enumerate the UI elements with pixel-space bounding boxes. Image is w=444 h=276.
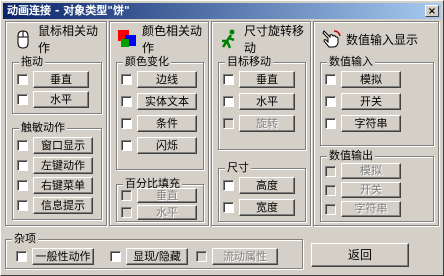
output-switch-button: 开关 [341,182,401,198]
height-checkbox[interactable] [223,180,234,191]
color-change-group-label: 颜色变化 [123,55,171,69]
border-button[interactable]: 边线 [137,71,197,88]
color-panel-title: 颜色相关动作 [142,24,203,55]
percent-fill-group: 百分比填充 垂直 水平 [116,177,204,222]
fill-vertical-button: 垂直 [137,187,197,203]
window-show-button[interactable]: 窗口显示 [33,137,93,154]
size-panel: 尺寸旋转移动 目标移动 垂直 水平 旋转 尺寸 高度 宽度 [211,21,311,226]
size-group-label: 尺寸 [225,161,251,175]
value-panel-title: 数值输入显示 [346,32,419,47]
right-menu-checkbox[interactable] [17,180,28,191]
window-title: 动画连接 - 对象类型"饼" [7,4,130,17]
drag-vertical-button[interactable]: 垂直 [33,71,89,88]
show-hide-checkbox[interactable] [110,251,121,262]
left-click-button[interactable]: 左键动作 [33,157,93,174]
running-man-icon [218,28,240,50]
color-squares-icon [116,28,138,50]
drag-group-label: 拖动 [19,55,45,69]
title-bar[interactable]: 动画连接 - 对象类型"饼" × [3,3,441,19]
output-analog-button: 模拟 [341,163,401,179]
condition-button[interactable]: 条件 [137,115,197,132]
width-checkbox[interactable] [223,202,234,213]
target-move-group: 目标移动 垂直 水平 旋转 [218,55,306,150]
output-string-checkbox [325,203,336,215]
window-show-checkbox[interactable] [17,140,28,151]
input-switch-checkbox[interactable] [325,96,336,107]
value-input-group-label: 数值输入 [327,55,375,69]
output-string-button: 字符串 [341,201,401,217]
touch-group-label: 触敏动作 [19,121,67,135]
input-analog-checkbox[interactable] [325,74,336,85]
target-move-group-label: 目标移动 [225,55,273,69]
border-checkbox[interactable] [121,74,132,85]
move-horizontal-checkbox[interactable] [223,96,234,107]
input-switch-button[interactable]: 开关 [341,93,401,110]
dialog-window: 动画连接 - 对象类型"饼" × 鼠标相关动作 拖动 垂直 水平 触敏动作 窗口… [0,0,444,276]
height-button[interactable]: 高度 [239,177,295,194]
input-string-checkbox[interactable] [325,118,336,129]
width-button[interactable]: 宽度 [239,199,295,216]
fill-horizontal-button: 水平 [137,204,197,220]
mouse-panel: 鼠标相关动作 拖动 垂直 水平 触敏动作 窗口显示 左键动作 右键菜单 信息提示 [5,21,107,226]
return-button[interactable]: 返回 [311,243,409,267]
output-switch-checkbox [325,184,336,196]
condition-checkbox[interactable] [121,118,132,129]
flow-property-button: 流动属性 [212,248,278,265]
value-input-group: 数值输入 模拟 开关 字符串 [320,55,434,146]
move-vertical-checkbox[interactable] [223,74,234,85]
hand-pointer-icon [320,28,342,50]
misc-group-label: 杂项 [12,232,38,246]
solid-text-button[interactable]: 实体文本 [137,93,197,110]
drag-vertical-checkbox[interactable] [17,74,28,85]
output-analog-checkbox [325,165,336,177]
tooltip-checkbox[interactable] [17,200,28,211]
general-action-button[interactable]: 一般性动作 [32,248,94,265]
input-analog-button[interactable]: 模拟 [341,71,401,88]
tooltip-button[interactable]: 信息提示 [33,197,93,214]
color-change-group: 颜色变化 边线 实体文本 条件 闪烁 [116,55,204,170]
value-panel: 数值输入显示 数值输入 模拟 开关 字符串 数值输出 模拟 开关 字符串 [313,21,439,226]
show-hide-button[interactable]: 显现/隐藏 [126,248,188,265]
drag-horizontal-button[interactable]: 水平 [33,91,89,108]
blink-checkbox[interactable] [121,140,132,151]
mouse-icon [12,28,34,50]
close-button[interactable]: × [425,5,439,17]
value-output-group: 数值输出 模拟 开关 字符串 [320,149,434,222]
general-action-checkbox[interactable] [16,251,27,262]
fill-vertical-checkbox [121,189,132,201]
color-panel: 颜色相关动作 颜色变化 边线 实体文本 条件 闪烁 百分比填充 垂直 水平 [109,21,209,226]
left-click-checkbox[interactable] [17,160,28,171]
fill-horizontal-checkbox [121,206,132,218]
rotate-checkbox [223,118,234,129]
drag-horizontal-checkbox[interactable] [17,94,28,105]
input-string-button[interactable]: 字符串 [341,115,401,132]
mouse-panel-title: 鼠标相关动作 [38,24,99,55]
move-horizontal-button[interactable]: 水平 [239,93,295,110]
rotate-button: 旋转 [239,115,295,132]
blink-button[interactable]: 闪烁 [137,137,197,154]
flow-property-checkbox [196,251,207,262]
move-vertical-button[interactable]: 垂直 [239,71,295,88]
solid-text-checkbox[interactable] [121,96,132,107]
touch-group: 触敏动作 窗口显示 左键动作 右键菜单 信息提示 [12,121,102,220]
right-menu-button[interactable]: 右键菜单 [33,177,93,194]
misc-group: 杂项 一般性动作 显现/隐藏 流动属性 [5,232,303,269]
size-panel-title: 尺寸旋转移动 [244,24,305,55]
size-group: 尺寸 高度 宽度 [218,161,306,222]
drag-group: 拖动 垂直 水平 [12,55,102,114]
value-output-group-label: 数值输出 [327,149,375,163]
